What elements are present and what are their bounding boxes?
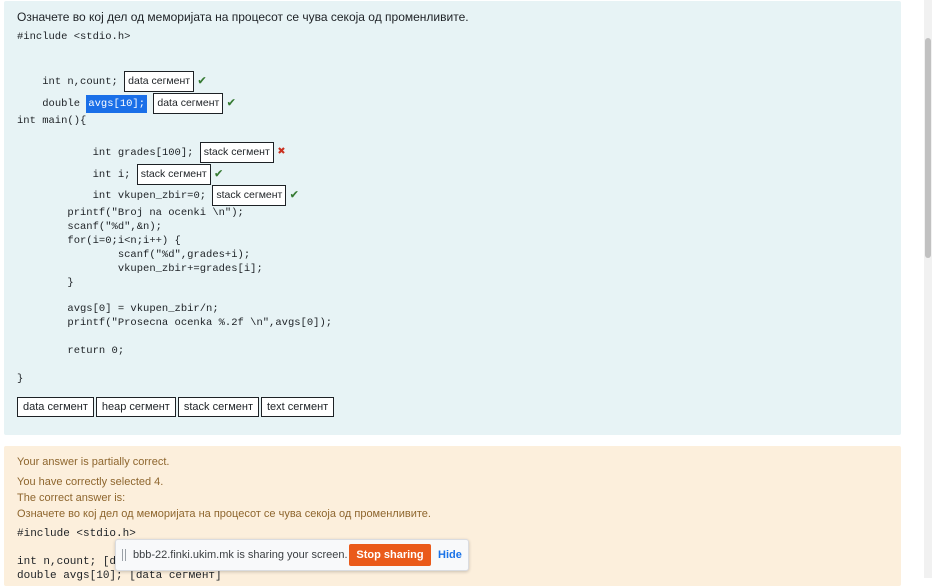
option-heap[interactable]: heap сегмент — [95, 397, 176, 417]
screen-share-bar: bbb-22.finki.ukim.mk is sharing your scr… — [115, 539, 469, 571]
check-icon: ✔ — [227, 95, 236, 110]
code-line: printf("Broj na ocenki \n"); — [17, 207, 244, 219]
hide-button[interactable]: Hide — [438, 549, 462, 561]
code-line: scanf("%d",grades+i); — [17, 249, 251, 261]
feedback-correct-label: The correct answer is: — [17, 492, 126, 504]
option-text[interactable]: text сегмент — [261, 397, 335, 417]
code-line: avgs[0] = vkupen_zbir/n; — [17, 303, 219, 315]
code-main-close: } — [17, 373, 24, 385]
feedback-prompt: Означете во кој дел од меморијата на про… — [17, 508, 431, 520]
code-line: vkupen_zbir+=grades[i]; — [17, 263, 263, 275]
share-message: bbb-22.finki.ukim.mk is sharing your scr… — [133, 549, 348, 561]
code-line: printf("Prosecna ocenka %.2f \n",avgs[0]… — [17, 317, 333, 329]
feedback-line-2: double avgs[10]; [data сегмент] — [17, 570, 222, 582]
option-data[interactable]: data сегмент — [17, 397, 94, 417]
code-line: for(i=0;i<n;i++) { — [17, 235, 181, 247]
answer-options: data сегмент heap сегмент stack сегмент tex… — [17, 397, 336, 417]
cross-icon: ✖ — [277, 144, 286, 159]
code-line: scanf("%d",&n); — [17, 221, 162, 233]
option-stack[interactable]: stack сегмент — [177, 397, 259, 417]
code-text: int vkupen_zbir=0; — [42, 190, 213, 202]
answer-slot-avgs[interactable]: data сегмент — [153, 93, 224, 114]
drag-handle-icon[interactable] — [122, 549, 126, 561]
check-icon: ✔ — [290, 187, 299, 202]
code-line: return 0; — [17, 345, 125, 357]
code-line: } — [17, 277, 74, 289]
code-main-open: int main(){ — [17, 115, 87, 127]
feedback-selected: You have correctly selected 4. — [17, 476, 164, 488]
stop-sharing-button[interactable]: Stop sharing — [349, 544, 431, 566]
feedback-partial: Your answer is partially correct. — [17, 456, 170, 468]
question-panel: Означете во кој дел од меморијата на про… — [4, 1, 901, 435]
question-prompt: Означете во кој дел од меморијата на про… — [17, 10, 469, 24]
answer-slot-vkupen[interactable]: stack сегмент — [212, 185, 287, 206]
scrollbar-thumb[interactable] — [925, 38, 931, 258]
selected-text: avgs[10]; — [86, 95, 148, 113]
code-include: #include <stdio.h> — [17, 31, 131, 43]
code-text: double — [42, 98, 87, 110]
